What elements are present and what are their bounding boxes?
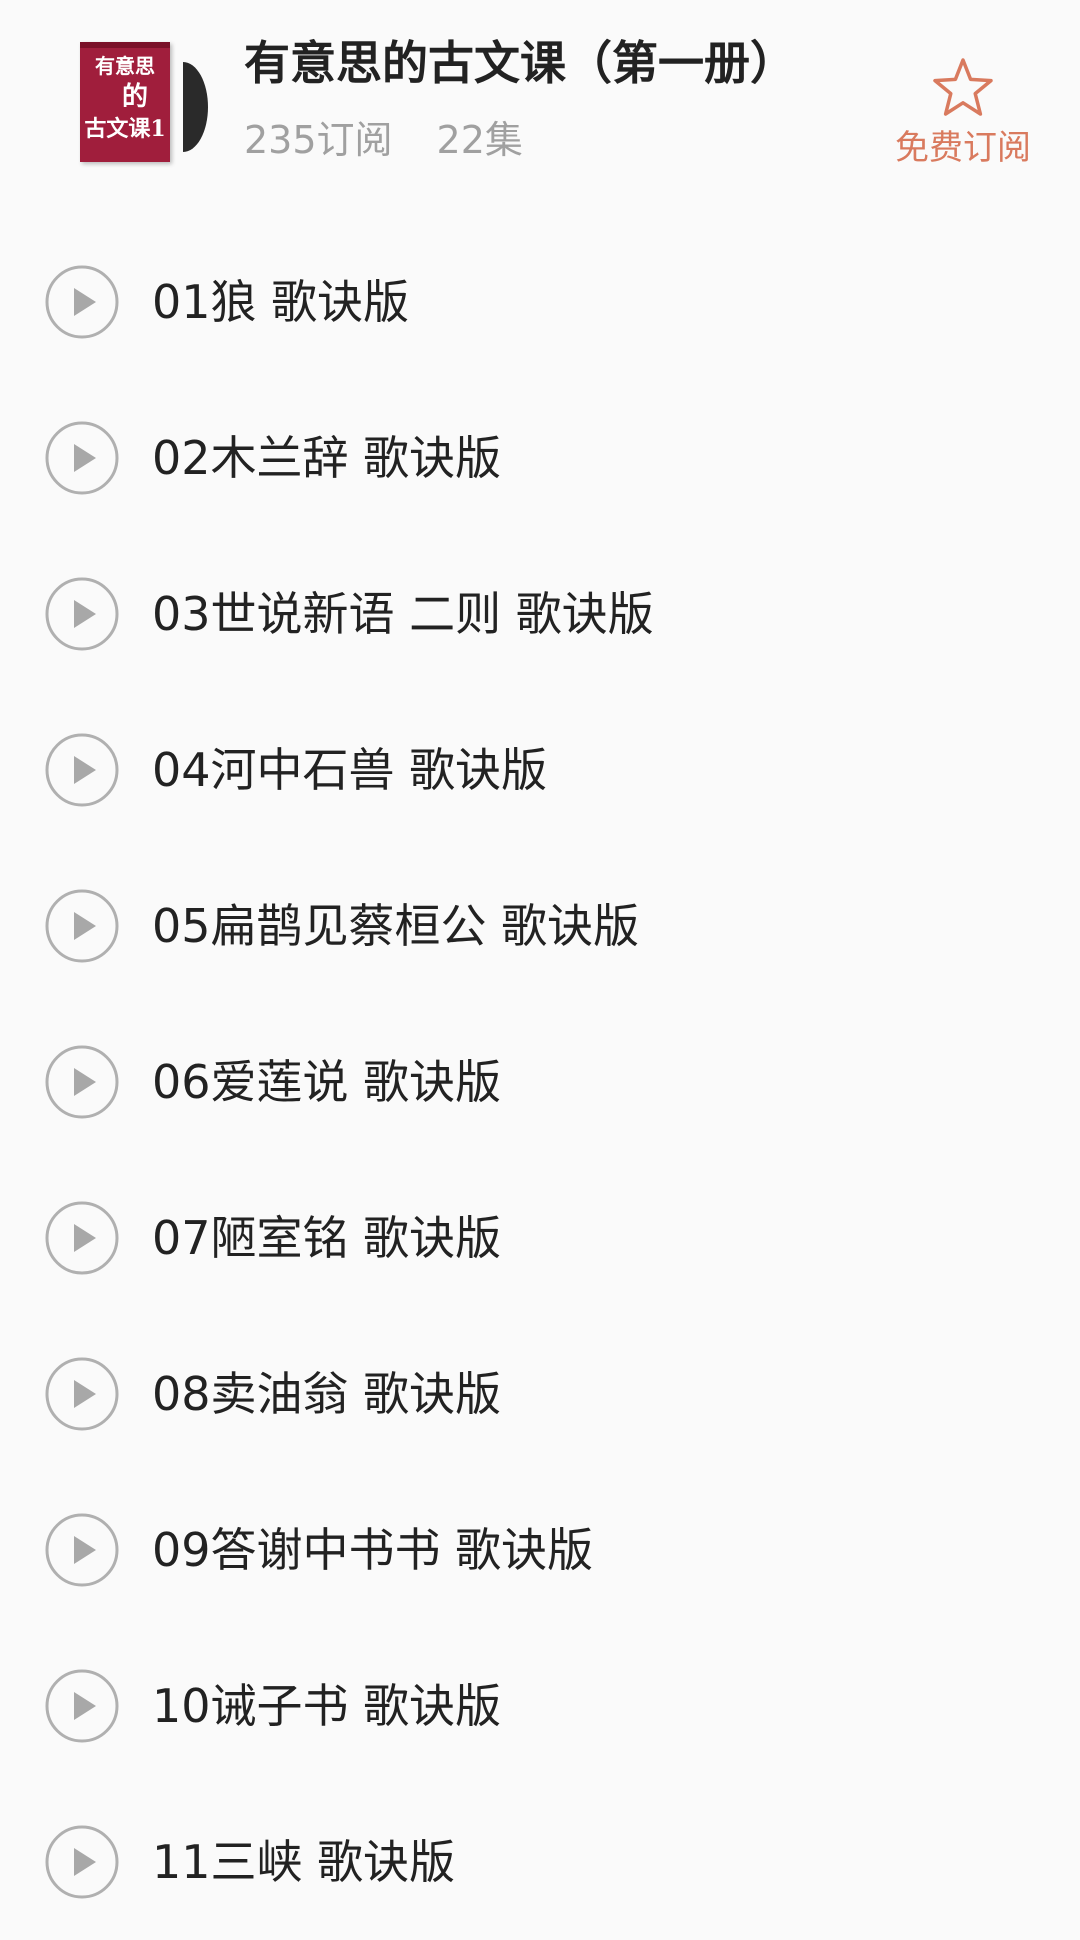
cover-title-line-1: 有意思 bbox=[95, 54, 155, 78]
subscriber-count: 235订阅 bbox=[244, 118, 393, 162]
play-icon[interactable] bbox=[44, 420, 120, 496]
track-title: 07陋室铭 歌诀版 bbox=[152, 1211, 502, 1265]
track-item[interactable]: 04河中石兽 歌诀版 bbox=[0, 692, 1080, 848]
play-icon[interactable] bbox=[44, 1356, 120, 1432]
track-item[interactable]: 03世说新语 二则 歌诀版 bbox=[0, 536, 1080, 692]
play-icon[interactable] bbox=[44, 1668, 120, 1744]
track-item[interactable]: 02木兰辞 歌诀版 bbox=[0, 380, 1080, 536]
cover-title-line-2: 的 bbox=[121, 82, 148, 112]
track-title: 05扁鹊见蔡桓公 歌诀版 bbox=[152, 899, 640, 953]
subscribe-label: 免费订阅 bbox=[895, 128, 1031, 168]
track-item[interactable]: 05扁鹊见蔡桓公 歌诀版 bbox=[0, 848, 1080, 1004]
track-title: 06爱莲说 歌诀版 bbox=[152, 1055, 502, 1109]
episode-count: 22集 bbox=[436, 118, 523, 162]
play-icon[interactable] bbox=[44, 1200, 120, 1276]
play-icon[interactable] bbox=[44, 1512, 120, 1588]
album-header: 有意思 的 古文课1 有意思的古文课（第一册） 235订阅 22集 免费订阅 bbox=[0, 0, 1080, 200]
track-title: 08卖油翁 歌诀版 bbox=[152, 1367, 502, 1421]
album-title: 有意思的古文课（第一册） bbox=[244, 36, 796, 90]
track-item[interactable]: 08卖油翁 歌诀版 bbox=[0, 1316, 1080, 1472]
star-outline-icon bbox=[933, 58, 993, 116]
track-title: 01狼 歌诀版 bbox=[152, 275, 410, 329]
play-icon[interactable] bbox=[44, 576, 120, 652]
album-cover[interactable]: 有意思 的 古文课1 bbox=[80, 42, 170, 162]
track-item[interactable]: 01狼 歌诀版 bbox=[0, 224, 1080, 380]
play-icon[interactable] bbox=[44, 732, 120, 808]
track-title: 03世说新语 二则 歌诀版 bbox=[152, 587, 654, 641]
track-item[interactable]: 07陋室铭 歌诀版 bbox=[0, 1160, 1080, 1316]
album-stats: 235订阅 22集 bbox=[244, 118, 523, 164]
track-title: 10诫子书 歌诀版 bbox=[152, 1679, 502, 1733]
track-item[interactable]: 10诫子书 歌诀版 bbox=[0, 1628, 1080, 1784]
play-icon[interactable] bbox=[44, 1044, 120, 1120]
play-icon[interactable] bbox=[44, 888, 120, 964]
track-title: 09答谢中书书 歌诀版 bbox=[152, 1523, 594, 1577]
track-title: 11三峡 歌诀版 bbox=[152, 1835, 456, 1889]
track-item[interactable]: 06爱莲说 歌诀版 bbox=[0, 1004, 1080, 1160]
cover-strip bbox=[80, 42, 170, 48]
play-icon[interactable] bbox=[44, 264, 120, 340]
track-item[interactable]: 09答谢中书书 歌诀版 bbox=[0, 1472, 1080, 1628]
track-item[interactable]: 11三峡 歌诀版 bbox=[0, 1784, 1080, 1940]
track-title: 04河中石兽 歌诀版 bbox=[152, 743, 548, 797]
cover-title-line-3: 古文课1 bbox=[84, 116, 166, 142]
track-title: 02木兰辞 歌诀版 bbox=[152, 431, 502, 485]
play-icon[interactable] bbox=[44, 1824, 120, 1900]
track-list: 01狼 歌诀版 02木兰辞 歌诀版 03世说新语 二则 歌诀版 04河中石兽 歌诀版 0… bbox=[0, 224, 1080, 1940]
free-subscribe-button[interactable]: 免费订阅 bbox=[888, 56, 1038, 176]
